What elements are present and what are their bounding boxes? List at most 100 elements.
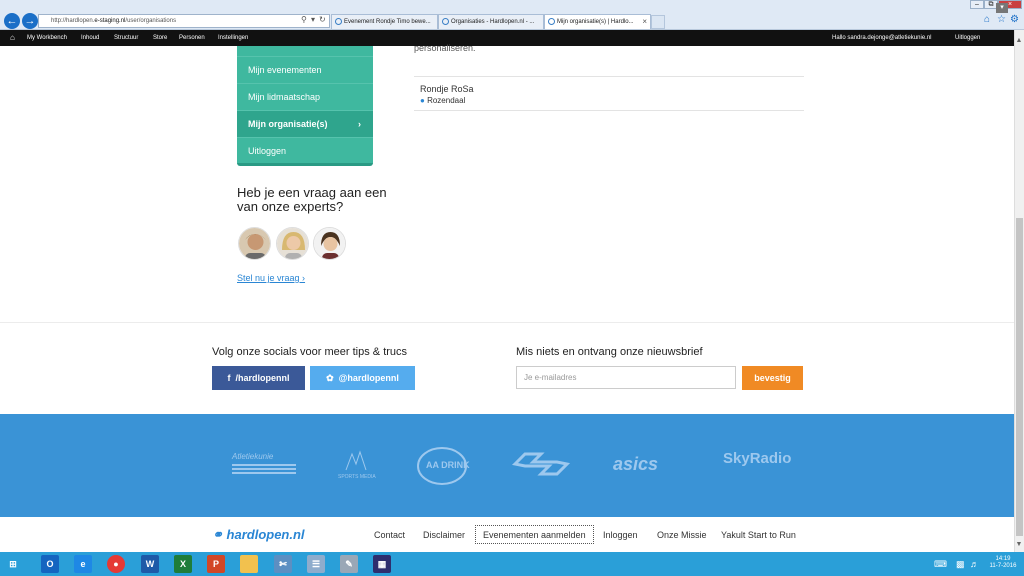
search-icon[interactable]: ⚲ (301, 15, 307, 24)
organisation-location: ● Rozendaal (420, 96, 465, 105)
admin-greeting[interactable]: Hallo sandra.dejonge@atletiekunie.nl (832, 30, 932, 46)
page-icon (442, 18, 449, 25)
footer-link-yakult[interactable]: Yakult Start to Run (721, 530, 796, 540)
footer-link-evenementen-aanmelden[interactable]: Evenementen aanmelden (483, 530, 586, 540)
notepad-icon[interactable]: ☰ (307, 555, 325, 573)
word-icon[interactable]: W (141, 555, 159, 573)
back-icon[interactable]: ← (4, 13, 20, 29)
new-tab-button[interactable] (651, 15, 665, 29)
admin-toolbar: ⌂ My Workbench Inhoud Structuur Store Pe… (0, 30, 1014, 46)
sponsor-name: Atletiekunie (232, 452, 274, 461)
location-label: Rozendaal (427, 96, 466, 105)
windows-start-icon[interactable]: ⊞ (4, 555, 22, 573)
social-heading: Volg onze socials voor meer tips & trucs (212, 346, 408, 358)
sponsor-logo-asics[interactable]: asics (613, 454, 658, 475)
dropdown-icon[interactable]: ▾ (311, 15, 315, 24)
footer-link-contact[interactable]: Contact (374, 530, 405, 540)
excel-icon[interactable]: X (174, 555, 192, 573)
admin-logout[interactable]: Uitloggen (955, 30, 980, 46)
footer-link-inloggen[interactable]: Inloggen (603, 530, 638, 540)
network-icon[interactable]: ▩ (956, 559, 965, 570)
facebook-button[interactable]: f /hardlopennl (212, 366, 305, 390)
divider (414, 76, 804, 77)
sponsor-logo-sports-media[interactable]: SPORTS MEDIA (338, 450, 376, 480)
app-icon[interactable]: ▦ (373, 555, 391, 573)
menu-item-events[interactable]: Mijn evenementen (237, 56, 373, 83)
admin-item-structuur[interactable]: Structuur (114, 30, 138, 46)
page-icon (548, 18, 555, 25)
admin-item-instellingen[interactable]: Instellingen (218, 30, 248, 46)
file-explorer-icon[interactable] (240, 555, 258, 573)
menu-item-organisations[interactable]: Mijn organisatie(s) › (237, 110, 373, 137)
sponsor-logo-skyradio[interactable]: SkyRadio (723, 450, 791, 467)
twitter-label: @hardlopennl (338, 373, 399, 383)
email-field[interactable] (516, 366, 736, 389)
internet-explorer-icon[interactable]: e (74, 555, 92, 573)
tab-label: Evenement Rondje Timo bewe... (344, 19, 431, 25)
page-icon (335, 18, 342, 25)
account-menu: Mijn evenementen Mijn lidmaatschap Mijn … (237, 46, 373, 166)
footer-link-disclaimer[interactable]: Disclaimer (423, 530, 465, 540)
expert-avatar[interactable] (276, 227, 309, 260)
chrome-icon[interactable]: ● (107, 555, 125, 573)
home-icon[interactable]: ⌂ (10, 30, 15, 46)
organisation-name[interactable]: Rondje RoSa (420, 84, 474, 94)
gear-icon[interactable]: ⚙ (1010, 14, 1019, 25)
social-newsletter-band (0, 322, 1014, 414)
admin-item-store[interactable]: Store (153, 30, 167, 46)
expert-avatar[interactable] (313, 227, 346, 260)
refresh-icon[interactable]: ↻ (319, 15, 326, 24)
admin-item-workbench[interactable]: My Workbench (27, 30, 67, 46)
scroll-up-icon[interactable]: ▲ (1014, 36, 1024, 46)
tab-label: Mijn organisatie(s) | Hardlo... (557, 19, 634, 25)
tab-organisaties[interactable]: Organisaties - Hardlopen.nl - ... (438, 14, 544, 29)
admin-item-personen[interactable]: Personen (179, 30, 205, 46)
menu-label: Mijn evenementen (248, 65, 322, 75)
expert-avatar[interactable] (238, 227, 271, 260)
menu-item-logout[interactable]: Uitloggen (237, 137, 373, 163)
sponsor-name: SPORTS MEDIA (338, 474, 376, 480)
confirm-button[interactable]: bevestig (742, 366, 803, 390)
clock[interactable]: 14:19 11-7-2016 (986, 556, 1020, 570)
ask-question-link[interactable]: Stel nu je vraag › (237, 273, 305, 283)
twitter-icon: ✿ (326, 373, 334, 383)
clock-time: 14:19 (995, 556, 1011, 562)
menu-item-membership[interactable]: Mijn lidmaatschap (237, 83, 373, 110)
twitter-button[interactable]: ✿ @hardlopennl (310, 366, 415, 390)
sponsor-logo-aa-drink[interactable]: AA DRINK (416, 446, 470, 491)
url-path: /user/organisations (125, 18, 177, 24)
sponsor-logo-atletiekunie[interactable]: Atletiekunie (232, 452, 296, 474)
menu-label: Mijn lidmaatschap (248, 92, 321, 102)
star-icon[interactable]: ☆ (997, 14, 1006, 25)
tab-evenement[interactable]: Evenement Rondje Timo bewe... (331, 14, 438, 29)
forward-icon[interactable]: → (22, 13, 38, 29)
tab-label: Organisaties - Hardlopen.nl - ... (451, 19, 535, 25)
footer-logo[interactable]: ⚭ hardlopen.nl (212, 527, 305, 543)
powerpoint-icon[interactable]: P (207, 555, 225, 573)
map-pin-icon: ● (420, 96, 425, 105)
outlook-icon[interactable]: O (41, 555, 59, 573)
url-host: e-staging.nl (94, 18, 126, 24)
expert-heading: Heb je een vraag aan een van onze expert… (237, 185, 387, 214)
facebook-label: /hardlopennl (235, 373, 290, 383)
paint-icon[interactable]: ✎ (340, 555, 358, 573)
keyboard-icon[interactable]: ⌨ (934, 559, 947, 570)
menu-label: Mijn organisatie(s) (248, 119, 328, 129)
facebook-icon: f (227, 373, 231, 383)
tab-mijn-organisaties[interactable]: Mijn organisatie(s) | Hardlo... × (544, 14, 651, 29)
menu-label: Uitloggen (248, 146, 287, 156)
scroll-down-icon[interactable]: ▼ (1014, 540, 1024, 550)
admin-item-inhoud[interactable]: Inhoud (81, 30, 99, 46)
chevron-down-icon[interactable]: ▾ (996, 3, 1008, 13)
home-icon[interactable]: ⌂ (984, 14, 990, 25)
snipping-tool-icon[interactable]: ✄ (274, 555, 292, 573)
volume-icon[interactable]: ♬ (970, 559, 979, 569)
address-bar[interactable]: http://hardlopen.e-staging.nl/user/organ… (38, 14, 330, 28)
scroll-thumb[interactable] (1016, 218, 1023, 536)
clock-date: 11-7-2016 (989, 563, 1017, 569)
close-icon[interactable]: × (642, 15, 647, 29)
intro-text: personaliseren. (414, 43, 476, 53)
footer-link-onze-missie[interactable]: Onze Missie (657, 530, 707, 540)
minimize-icon[interactable]: – (970, 0, 984, 9)
sponsor-logo-ns[interactable]: NS (511, 452, 571, 481)
